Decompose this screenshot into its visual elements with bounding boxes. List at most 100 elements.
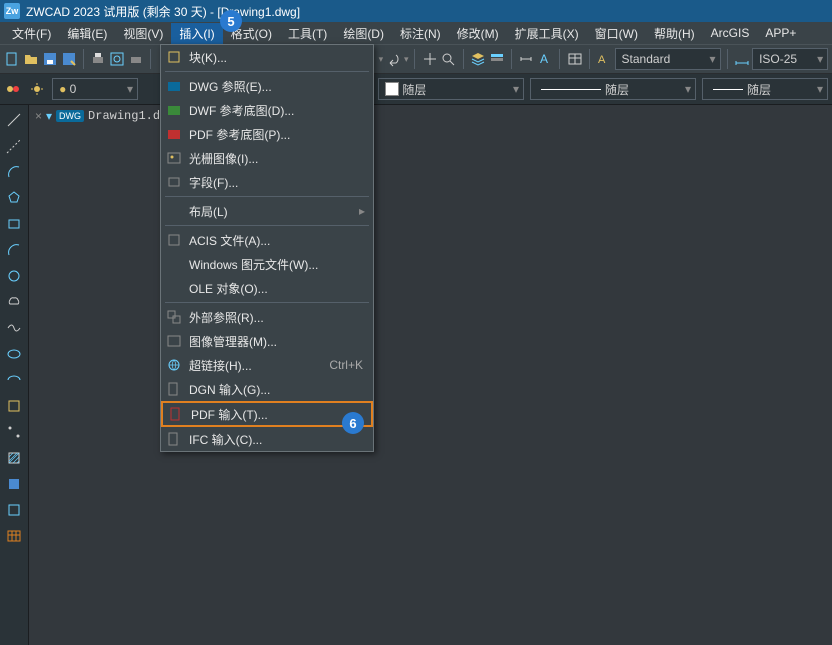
chevron-down-icon[interactable]: ▾ <box>46 109 52 123</box>
menu-modify[interactable]: 修改(M) <box>449 23 507 44</box>
menu-edit[interactable]: 编辑(E) <box>59 23 115 44</box>
menu-dgn-import[interactable]: DGN 输入(G)... <box>161 377 373 401</box>
menu-field[interactable]: 字段(F)... <box>161 170 373 194</box>
close-tab-icon[interactable]: × <box>35 109 42 123</box>
line-sample-icon <box>713 89 743 90</box>
region-tool[interactable] <box>3 499 25 521</box>
separator <box>511 49 512 69</box>
xref-icon <box>165 308 183 326</box>
new-file-button[interactable] <box>4 48 21 70</box>
menu-raster-image[interactable]: 光栅图像(I)... <box>161 146 373 170</box>
image-icon <box>165 149 183 167</box>
table-tool[interactable] <box>3 525 25 547</box>
shortcut-label: Ctrl+K <box>329 358 363 372</box>
separator <box>463 49 464 69</box>
menu-extend[interactable]: 扩展工具(X) <box>507 23 587 44</box>
plot-preview-button[interactable] <box>109 48 126 70</box>
layer-manager-button[interactable] <box>4 78 22 100</box>
gradient-tool[interactable] <box>3 473 25 495</box>
draw-toolbar <box>0 105 29 645</box>
print-button[interactable] <box>90 48 107 70</box>
redo-button[interactable] <box>385 48 402 70</box>
app-icon: Zw <box>4 3 20 19</box>
menu-appplus[interactable]: APP+ <box>757 24 804 42</box>
block-insert-tool[interactable] <box>3 395 25 417</box>
rectangle-tool[interactable] <box>3 213 25 235</box>
table-button[interactable] <box>566 48 583 70</box>
pan-button[interactable] <box>421 48 438 70</box>
menu-xref[interactable]: 外部参照(R)... <box>161 305 373 329</box>
menu-ifc-import[interactable]: IFC 输入(C)... <box>161 427 373 451</box>
line-tool[interactable] <box>3 109 25 131</box>
menu-wmf[interactable]: Windows 图元文件(W)... <box>161 252 373 276</box>
point-tool[interactable] <box>3 421 25 443</box>
dwg-icon <box>165 77 183 95</box>
insert-menu-popup: 块(K)... DWG 参照(E)... DWF 参考底图(D)... PDF … <box>160 44 374 452</box>
menu-acis[interactable]: ACIS 文件(A)... <box>161 228 373 252</box>
menu-draw[interactable]: 绘图(D) <box>335 23 392 44</box>
hatch-tool[interactable] <box>3 447 25 469</box>
svg-text:A: A <box>540 52 548 66</box>
menu-arcgis[interactable]: ArcGIS <box>703 24 758 42</box>
dim-icon[interactable] <box>733 48 750 70</box>
menu-block[interactable]: 块(K)... <box>161 45 373 69</box>
ellipse-tool[interactable] <box>3 343 25 365</box>
menu-window[interactable]: 窗口(W) <box>587 23 646 44</box>
dim-style-selector[interactable]: ISO-25 <box>752 48 828 70</box>
linetype-selector[interactable]: 随层 <box>530 78 696 100</box>
submenu-arrow-icon: ▸ <box>359 204 365 218</box>
circle-tool[interactable] <box>3 265 25 287</box>
image-mgr-icon <box>165 332 183 350</box>
block-icon <box>165 48 183 66</box>
undo-dropdown-icon[interactable]: ▾ <box>379 54 384 65</box>
sun-icon[interactable] <box>28 78 46 100</box>
open-file-button[interactable] <box>23 48 40 70</box>
document-tab[interactable]: × ▾ DWG Drawing1.dwg <box>33 109 174 123</box>
callout-badge-6: 6 <box>342 412 364 434</box>
dgn-icon <box>165 380 183 398</box>
zoom-button[interactable] <box>440 48 457 70</box>
menu-hyperlink[interactable]: 超链接(H)...Ctrl+K <box>161 353 373 377</box>
redo-dropdown-icon[interactable]: ▾ <box>404 54 409 65</box>
lineweight-selector[interactable]: 随层 <box>702 78 828 100</box>
menu-image-manager[interactable]: 图像管理器(M)... <box>161 329 373 353</box>
dwg-badge-icon: DWG <box>56 110 84 122</box>
ellipse-arc-tool[interactable] <box>3 369 25 391</box>
acis-icon <box>165 231 183 249</box>
save-as-button[interactable] <box>60 48 77 70</box>
menu-annotate[interactable]: 标注(N) <box>392 23 449 44</box>
layer-props-button[interactable] <box>470 48 487 70</box>
menu-insert[interactable]: 插入(I) <box>171 23 222 44</box>
layer-states-button[interactable] <box>488 48 505 70</box>
layer-selector[interactable]: ● 0 <box>52 78 138 100</box>
menu-dwf-underlay[interactable]: DWF 参考底图(D)... <box>161 98 373 122</box>
menu-pdf-underlay[interactable]: PDF 参考底图(P)... <box>161 122 373 146</box>
color-selector[interactable]: 随层 <box>378 78 524 100</box>
menu-help[interactable]: 帮助(H) <box>646 23 703 44</box>
cloud-tool[interactable] <box>3 291 25 313</box>
separator <box>165 196 369 197</box>
menu-dwg-ref[interactable]: DWG 参照(E)... <box>161 74 373 98</box>
arc3p-tool[interactable] <box>3 239 25 261</box>
publish-button[interactable] <box>127 48 144 70</box>
annotation-scale-button[interactable]: A <box>596 48 613 70</box>
title-bar: Zw ZWCAD 2023 试用版 (剩余 30 天) - [Drawing1.… <box>0 0 832 22</box>
separator <box>150 49 151 69</box>
separator <box>559 49 560 69</box>
save-button[interactable] <box>42 48 59 70</box>
menu-tools[interactable]: 工具(T) <box>280 23 335 44</box>
polygon-tool[interactable] <box>3 187 25 209</box>
drawing-canvas[interactable]: × ▾ DWG Drawing1.dwg <box>29 105 832 645</box>
arc-tool[interactable] <box>3 161 25 183</box>
spline-tool[interactable] <box>3 317 25 339</box>
menu-file[interactable]: 文件(F) <box>4 23 59 44</box>
construction-line-tool[interactable] <box>3 135 25 157</box>
text-style-selector[interactable]: Standard <box>615 48 721 70</box>
separator <box>727 49 728 69</box>
text-style-button[interactable]: A <box>537 48 554 70</box>
dim-style-button[interactable] <box>518 48 535 70</box>
menu-view[interactable]: 视图(V) <box>115 23 171 44</box>
menu-layout[interactable]: 布局(L)▸ <box>161 199 373 223</box>
separator <box>589 49 590 69</box>
menu-ole[interactable]: OLE 对象(O)... <box>161 276 373 300</box>
